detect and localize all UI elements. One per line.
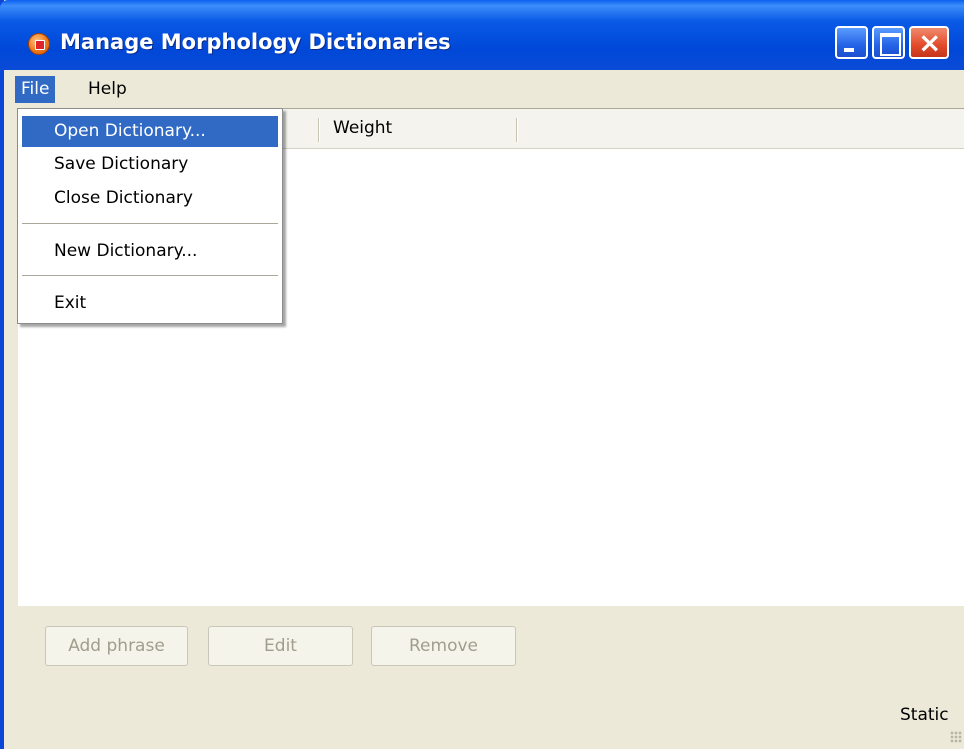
menu-file[interactable]: File [15, 76, 56, 103]
column-header-weight[interactable]: Weight [333, 118, 392, 138]
menu-item-save-dictionary[interactable]: Save Dictionary [22, 149, 278, 180]
menu-bar: File Help [4, 70, 964, 105]
menu-separator [22, 223, 278, 225]
app-icon [28, 33, 50, 55]
menu-help[interactable]: Help [82, 76, 133, 103]
edit-button[interactable]: Edit [208, 626, 353, 666]
menu-item-open-dictionary[interactable]: Open Dictionary... [22, 116, 278, 147]
menu-separator [22, 275, 278, 277]
column-separator[interactable] [516, 118, 518, 142]
resize-grip-icon[interactable] [950, 731, 962, 743]
close-button[interactable]: × [909, 26, 949, 59]
menu-item-close-dictionary[interactable]: Close Dictionary [22, 183, 278, 214]
title-bar[interactable]: Manage Morphology Dictionaries × [0, 0, 964, 70]
maximize-button[interactable] [872, 26, 905, 59]
close-icon: × [918, 26, 942, 59]
window-title: Manage Morphology Dictionaries [60, 30, 451, 54]
file-menu-dropdown: Open Dictionary... Save Dictionary Close… [17, 108, 283, 324]
menu-item-new-dictionary[interactable]: New Dictionary... [22, 236, 278, 267]
add-phrase-button[interactable]: Add phrase [45, 626, 188, 666]
remove-button[interactable]: Remove [371, 626, 516, 666]
minimize-button[interactable] [835, 26, 868, 59]
column-separator[interactable] [318, 118, 320, 142]
status-text: Static [900, 705, 949, 725]
menu-item-exit[interactable]: Exit [22, 288, 278, 319]
